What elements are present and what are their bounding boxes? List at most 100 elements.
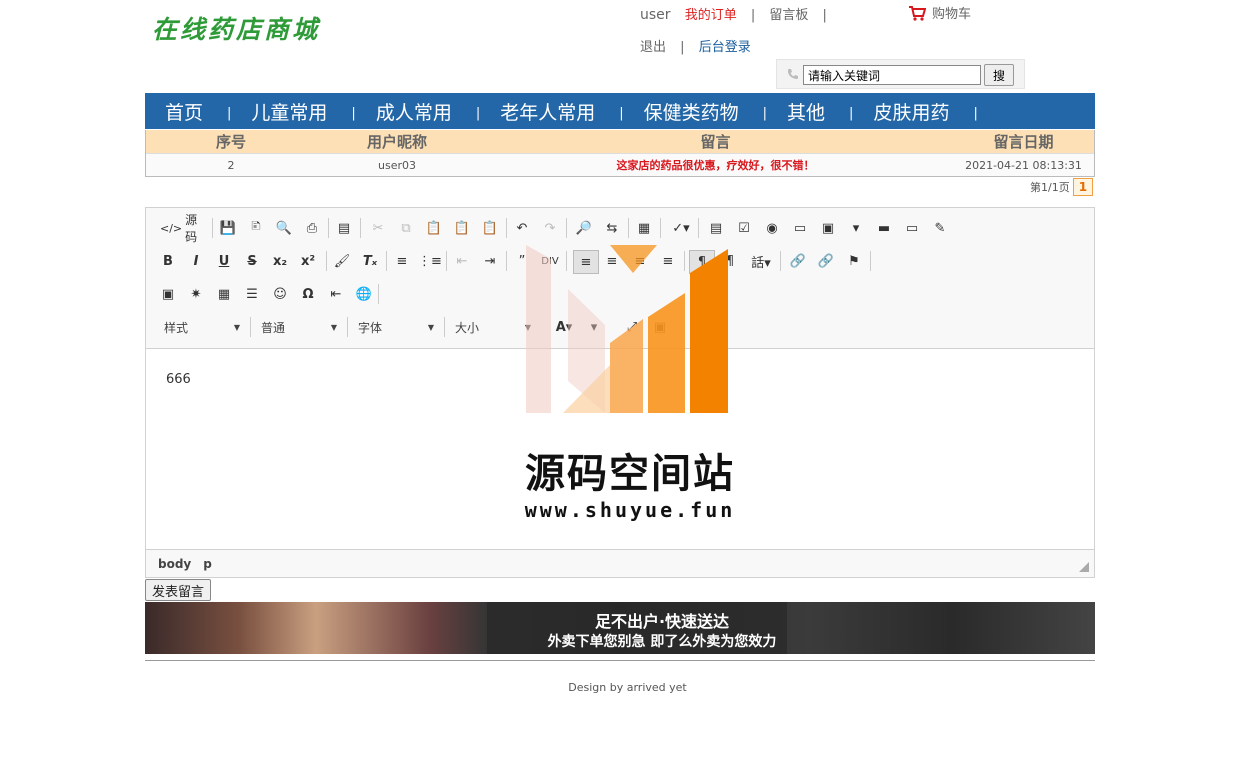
numbered-list-icon[interactable]: ≡ xyxy=(392,251,412,271)
select-all-icon[interactable]: ▦ xyxy=(634,218,654,238)
separator: | xyxy=(680,40,685,55)
format-dropdown[interactable]: 普通 ▼ xyxy=(253,316,343,338)
underline-icon[interactable]: U xyxy=(214,251,234,271)
special-char-icon[interactable]: Ω xyxy=(298,284,318,304)
separator: | xyxy=(750,8,756,23)
smiley-icon[interactable]: ☺ xyxy=(270,284,290,304)
top-links: user 我的订单 | 留言板 | xyxy=(640,4,837,23)
account-links: 退出 | 后台登录 xyxy=(640,36,751,55)
italic-icon[interactable]: I xyxy=(186,251,206,271)
new-page-icon[interactable]: 🗈 xyxy=(246,218,266,238)
column-header-message: 留言 xyxy=(700,133,731,151)
replace-icon[interactable]: ⇆ xyxy=(602,218,622,238)
templates-icon[interactable]: ▤ xyxy=(334,218,354,238)
nav-separator: | xyxy=(227,105,232,121)
font-dropdown-value: 字体 xyxy=(358,320,383,335)
anchor-icon[interactable]: ⚑ xyxy=(844,251,864,271)
indent-icon[interactable]: ⇥ xyxy=(480,251,500,271)
save-icon[interactable]: 💾 xyxy=(218,218,238,238)
paste-icon[interactable]: 📋 xyxy=(424,218,444,238)
post-message-button[interactable]: 发表留言 xyxy=(145,579,212,601)
iframe-icon[interactable]: 🌐 xyxy=(354,284,374,304)
radio-icon[interactable]: ◉ xyxy=(762,218,782,238)
cell-date: 2021-04-21 08:13:31 xyxy=(965,158,1082,172)
preview-icon[interactable]: 🔍 xyxy=(274,218,294,238)
nav-item[interactable]: 儿童常用 xyxy=(251,98,327,125)
column-header-id: 序号 xyxy=(215,133,246,151)
remove-format-icon[interactable]: Tₓ xyxy=(360,251,380,271)
copy-format-icon[interactable]: 🖌 xyxy=(332,251,352,271)
admin-login-link[interactable]: 后台登录 xyxy=(699,40,751,55)
form-icon[interactable]: ▤ xyxy=(706,218,726,238)
bold-icon[interactable]: B xyxy=(158,251,178,271)
strikethrough-icon[interactable]: S xyxy=(242,251,262,271)
superscript-icon[interactable]: x² xyxy=(298,251,318,271)
spellcheck-icon[interactable]: ✓▾ xyxy=(668,218,694,238)
bulleted-list-icon[interactable]: ⋮≡ xyxy=(418,251,442,271)
find-icon[interactable]: 🔎 xyxy=(574,218,594,238)
undo-icon[interactable]: ↶ xyxy=(512,218,532,238)
toolbar-separator xyxy=(506,218,507,238)
site-logo[interactable]: 在线药店商城 xyxy=(152,10,320,46)
message-table: 序号 用户昵称 留言 留言日期 2 user03 这家店的药品很优惠，疗效好，很… xyxy=(145,130,1095,177)
image-icon[interactable]: ▣ xyxy=(158,284,178,304)
nav-item[interactable]: 其他 xyxy=(787,98,825,125)
language-icon[interactable]: 話▾ xyxy=(748,251,774,271)
source-button[interactable]: </> 源码 xyxy=(160,213,206,244)
image-button-icon[interactable]: ▭ xyxy=(902,218,922,238)
format-dropdown-value: 普通 xyxy=(261,320,286,335)
select-field-icon[interactable]: ▾ xyxy=(846,218,866,238)
unlink-icon[interactable]: 🔗 xyxy=(816,251,836,271)
search-input[interactable] xyxy=(803,65,981,85)
page-break-icon[interactable]: ⇤ xyxy=(326,284,346,304)
table-icon[interactable]: ▦ xyxy=(214,284,234,304)
toolbar-separator xyxy=(378,284,379,304)
font-dropdown[interactable]: 字体 ▼ xyxy=(350,316,440,338)
nav-item[interactable]: 成人常用 xyxy=(376,98,452,125)
textfield-icon[interactable]: ▭ xyxy=(790,218,810,238)
logout-link[interactable]: 退出 xyxy=(640,40,666,55)
nav-item[interactable]: 皮肤用药 xyxy=(873,98,949,125)
toolbar-separator xyxy=(360,218,361,238)
nav-separator: | xyxy=(762,105,768,121)
flash-icon[interactable]: ✷ xyxy=(186,284,206,304)
checkbox-icon[interactable]: ☑ xyxy=(734,218,754,238)
redo-icon[interactable]: ↷ xyxy=(540,218,560,238)
copy-icon[interactable]: ⧉ xyxy=(396,218,416,238)
nav-item[interactable]: 老年人常用 xyxy=(500,98,595,125)
textarea-icon[interactable]: ▣ xyxy=(818,218,838,238)
paste-word-icon[interactable]: 📋 xyxy=(480,218,500,238)
toolbar-separator xyxy=(566,218,567,238)
toolbar-separator xyxy=(446,251,447,271)
column-header-date: 留言日期 xyxy=(993,133,1054,151)
toolbar-separator xyxy=(506,251,507,271)
hidden-field-icon[interactable]: ✎ xyxy=(930,218,950,238)
watermark-logo xyxy=(526,245,728,413)
paste-text-icon[interactable]: 📋 xyxy=(452,218,472,238)
button-field-icon[interactable]: ▬ xyxy=(874,218,894,238)
nav-item[interactable]: 首页 xyxy=(165,98,203,125)
message-board-link[interactable]: 留言板 xyxy=(769,8,808,23)
horizontal-rule-icon[interactable]: ☰ xyxy=(242,284,262,304)
outdent-icon[interactable]: ⇤ xyxy=(452,251,472,271)
promo-banner[interactable]: 足不出户·快速送达 外卖下单您别急 即了么外卖为您效力 xyxy=(145,602,1095,654)
print-icon[interactable]: ⎙ xyxy=(302,218,322,238)
table-row: 2 user03 这家店的药品很优惠，疗效好，很不错！ 2021-04-21 0… xyxy=(146,153,1094,176)
source-icon: </> xyxy=(160,221,183,235)
search-button[interactable]: 搜 xyxy=(984,64,1014,86)
link-icon[interactable]: 🔗 xyxy=(788,251,808,271)
nav-item[interactable]: 保健类药物 xyxy=(644,98,739,125)
search-bar: 搜 xyxy=(776,59,1025,89)
cut-icon[interactable]: ✂ xyxy=(368,218,388,238)
editor-text[interactable]: 666 xyxy=(166,372,191,387)
path-body[interactable]: body xyxy=(158,557,191,571)
cart-link[interactable]: 购物车 xyxy=(908,3,971,22)
path-p[interactable]: p xyxy=(203,557,212,571)
my-orders-link[interactable]: 我的订单 xyxy=(685,8,737,23)
toolbar-separator xyxy=(326,251,327,271)
style-dropdown[interactable]: 样式 ▼ xyxy=(156,316,246,338)
banner-subtitle: 外卖下单您别急 即了么外卖为您效力 xyxy=(547,634,777,650)
resize-grip-icon[interactable] xyxy=(1079,562,1089,572)
subscript-icon[interactable]: x₂ xyxy=(270,251,290,271)
page-number-button[interactable]: 1 xyxy=(1072,178,1094,196)
